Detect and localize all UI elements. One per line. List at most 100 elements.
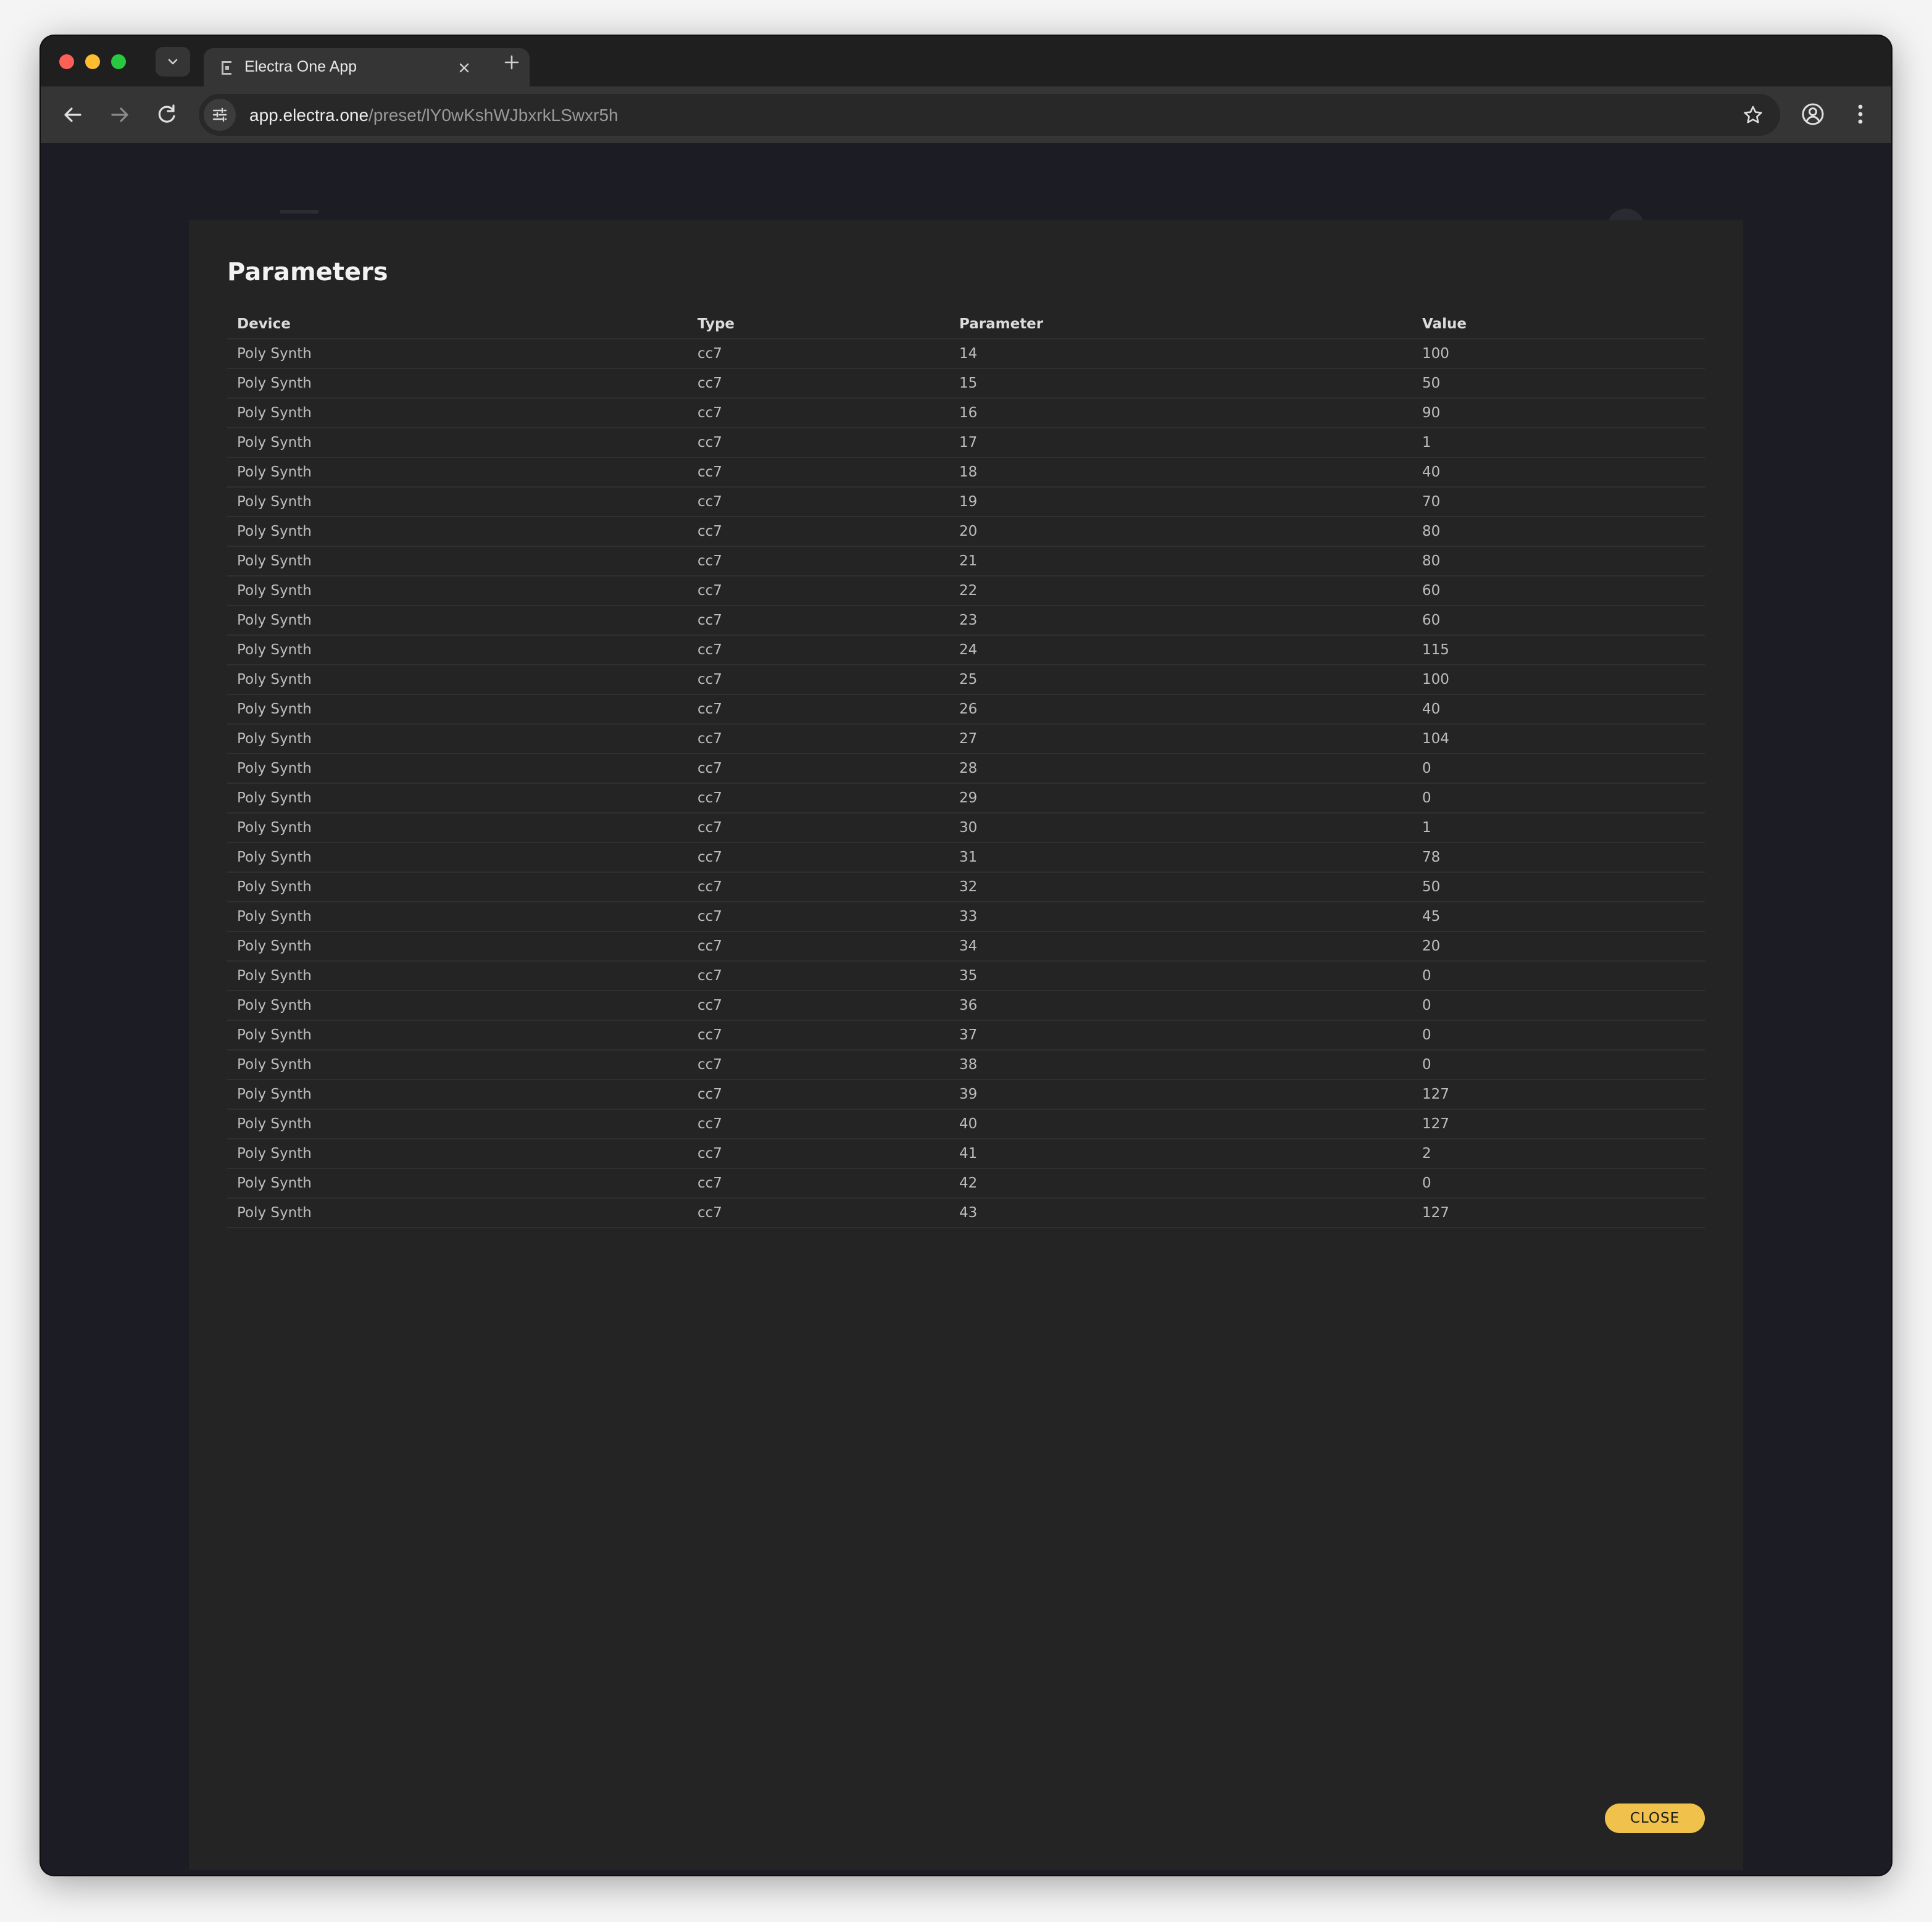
browser-window: Electra One App app.electra.one/preset/l…	[41, 36, 1891, 1875]
tab-electra-one-app[interactable]: Electra One App	[204, 48, 530, 86]
value-cell: 104	[1412, 724, 1705, 754]
table-row: Poly Synth cc7 23 60	[227, 605, 1705, 636]
electra-logo-icon	[219, 59, 236, 77]
maximize-window-button[interactable]	[111, 54, 126, 69]
type-cell: cc7	[688, 398, 949, 428]
bookmark-button[interactable]	[1742, 104, 1764, 126]
device-cell: Poly Synth	[227, 961, 688, 991]
parameter-cell: 31	[949, 842, 1412, 873]
device-cell: Poly Synth	[227, 339, 688, 369]
device-cell: Poly Synth	[227, 1198, 688, 1228]
parameter-cell: 20	[949, 517, 1412, 547]
parameter-cell: 24	[949, 635, 1412, 665]
parameter-cell: 37	[949, 1020, 1412, 1050]
type-cell: cc7	[688, 1198, 949, 1228]
type-cell: cc7	[688, 1139, 949, 1169]
parameter-cell: 32	[949, 872, 1412, 902]
type-cell: cc7	[688, 783, 949, 813]
url-text: app.electra.one/preset/lY0wKshWJbxrkLSwx…	[249, 106, 618, 125]
table-row: Poly Synth cc7 37 0	[227, 1020, 1705, 1050]
table-row: Poly Synth cc7 21 80	[227, 546, 1705, 576]
type-cell: cc7	[688, 487, 949, 517]
type-cell: cc7	[688, 517, 949, 547]
close-button[interactable]: CLOSE	[1605, 1803, 1705, 1833]
value-cell: 80	[1412, 517, 1705, 547]
parameter-cell: 41	[949, 1139, 1412, 1169]
table-row: Poly Synth cc7 18 40	[227, 457, 1705, 488]
account-circle-icon	[1802, 103, 1824, 125]
type-cell: cc7	[688, 872, 949, 902]
value-cell: 100	[1412, 339, 1705, 369]
value-cell: 0	[1412, 1050, 1705, 1080]
table-row: Poly Synth cc7 39 127	[227, 1080, 1705, 1110]
close-icon[interactable]	[457, 60, 472, 75]
table-row: Poly Synth cc7 19 70	[227, 487, 1705, 517]
device-cell: Poly Synth	[227, 931, 688, 962]
type-cell: cc7	[688, 931, 949, 962]
table-row: Poly Synth cc7 14 100	[227, 339, 1705, 369]
close-window-button[interactable]	[59, 54, 74, 69]
device-cell: Poly Synth	[227, 517, 688, 547]
table-row: Poly Synth cc7 17 1	[227, 428, 1705, 458]
profile-button[interactable]	[1799, 100, 1827, 128]
new-tab-button[interactable]	[502, 53, 521, 72]
value-cell: 1	[1412, 813, 1705, 843]
parameter-cell: 26	[949, 694, 1412, 725]
reload-icon	[158, 104, 175, 123]
device-cell: Poly Synth	[227, 457, 688, 488]
table-row: Poly Synth cc7 38 0	[227, 1050, 1705, 1080]
table-header-row: Device Type Parameter Value	[227, 310, 1705, 339]
device-cell: Poly Synth	[227, 991, 688, 1021]
value-cell: 78	[1412, 842, 1705, 873]
dialog-title: Parameters	[227, 258, 388, 286]
parameter-cell: 40	[949, 1109, 1412, 1139]
table-row: Poly Synth cc7 29 0	[227, 783, 1705, 813]
minimize-window-button[interactable]	[85, 54, 100, 69]
parameter-cell: 19	[949, 487, 1412, 517]
parameter-cell: 14	[949, 339, 1412, 369]
forward-button[interactable]	[107, 102, 132, 127]
table-row: Poly Synth cc7 22 60	[227, 576, 1705, 606]
table-row: Poly Synth cc7 35 0	[227, 961, 1705, 991]
parameter-cell: 43	[949, 1198, 1412, 1228]
value-cell: 50	[1412, 368, 1705, 399]
parameter-cell: 21	[949, 546, 1412, 576]
parameter-cell: 33	[949, 902, 1412, 932]
parameter-cell: 23	[949, 605, 1412, 636]
browser-menu-button[interactable]	[1848, 100, 1873, 128]
device-cell: Poly Synth	[227, 546, 688, 576]
table-row: Poly Synth cc7 16 90	[227, 398, 1705, 428]
device-cell: Poly Synth	[227, 724, 688, 754]
device-cell: Poly Synth	[227, 1139, 688, 1169]
parameter-cell: 27	[949, 724, 1412, 754]
column-header-value: Value	[1412, 310, 1705, 339]
parameter-cell: 25	[949, 665, 1412, 695]
parameters-table: Device Type Parameter Value Poly Synth cc…	[227, 310, 1705, 1228]
type-cell: cc7	[688, 1080, 949, 1110]
parameter-cell: 15	[949, 368, 1412, 399]
device-cell: Poly Synth	[227, 694, 688, 725]
device-cell: Poly Synth	[227, 665, 688, 695]
kebab-menu-icon	[1858, 104, 1863, 124]
value-cell: 1	[1412, 428, 1705, 458]
device-cell: Poly Synth	[227, 813, 688, 843]
parameter-cell: 30	[949, 813, 1412, 843]
type-cell: cc7	[688, 902, 949, 932]
value-cell: 0	[1412, 754, 1705, 784]
table-row: Poly Synth cc7 26 40	[227, 694, 1705, 725]
table-row: Poly Synth cc7 40 127	[227, 1109, 1705, 1139]
reload-button[interactable]	[154, 102, 179, 127]
tab-search-button[interactable]	[156, 47, 190, 77]
value-cell: 90	[1412, 398, 1705, 428]
value-cell: 20	[1412, 931, 1705, 962]
type-cell: cc7	[688, 813, 949, 843]
type-cell: cc7	[688, 842, 949, 873]
table-row: Poly Synth cc7 24 115	[227, 635, 1705, 665]
type-cell: cc7	[688, 368, 949, 399]
back-button[interactable]	[60, 102, 85, 127]
device-cell: Poly Synth	[227, 635, 688, 665]
column-header-device: Device	[227, 310, 688, 339]
device-cell: Poly Synth	[227, 783, 688, 813]
site-info-button[interactable]	[204, 99, 236, 131]
address-bar[interactable]: app.electra.one/preset/lY0wKshWJbxrkLSwx…	[199, 94, 1780, 136]
